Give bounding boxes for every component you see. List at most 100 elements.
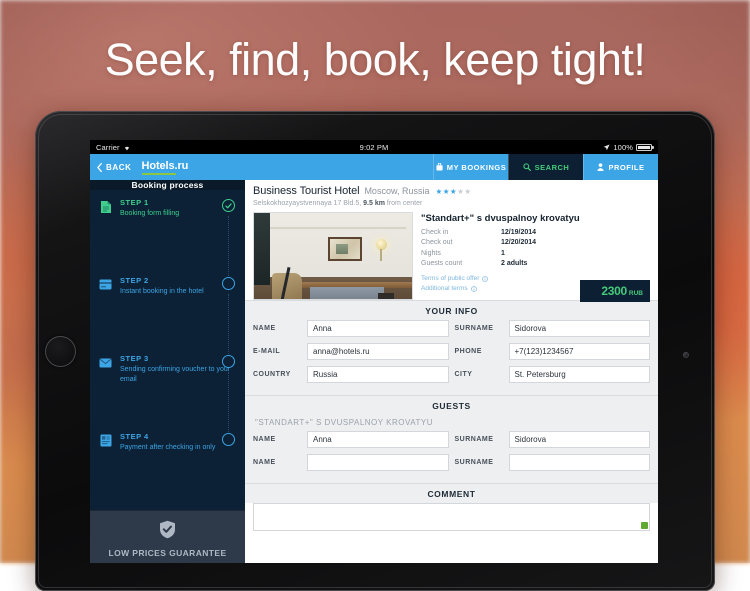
guest-surname-label: SURNAME — [454, 435, 494, 443]
guest-surname-label: SURNAME — [454, 458, 494, 466]
step-text: STEP 1 Booking form filling — [113, 198, 235, 219]
hotel-name: Business Tourist Hotel — [253, 185, 360, 197]
city-input[interactable]: St. Petersburg — [508, 365, 650, 383]
chevron-left-icon — [97, 162, 102, 172]
empty-circle-icon — [222, 433, 235, 446]
booking-content: Business Tourist Hotel Moscow, Russia ★★… — [245, 180, 658, 563]
your-info-heading: YOUR INFO — [245, 299, 658, 320]
guest-row-2: NAME SURNAME — [253, 453, 650, 471]
sidebar-step-1[interactable]: STEP 1 Booking form filling — [90, 198, 245, 276]
guest1-name-input[interactable]: Anna — [307, 430, 449, 448]
step-desc: Instant booking in the hotel — [120, 288, 204, 295]
booking-summary-card: "Standart+" s dvuspalnoy krovatyu Check … — [245, 210, 658, 302]
detail-value: 2 adults — [501, 260, 528, 267]
status-carrier: Carrier — [96, 143, 131, 152]
info-icon — [470, 285, 477, 292]
tab-label: MY BOOKINGS — [446, 162, 507, 172]
sidebar-header: Booking process — [90, 180, 245, 190]
step-desc: Payment after checking in only — [120, 444, 216, 451]
booking-details: "Standart+" s dvuspalnoy krovatyu Check … — [421, 212, 650, 302]
name-input[interactable]: Anna — [307, 319, 449, 337]
status-right: 100% — [603, 143, 654, 152]
form-row-location: COUNTRY Russia CITY St. Petersburg — [253, 365, 650, 383]
tab-search[interactable]: SEARCH — [508, 154, 583, 180]
tab-profile[interactable]: PROFILE — [583, 154, 658, 180]
magnifier-icon — [523, 163, 531, 171]
app-navbar: BACK Hotels.ru MY BOOKINGS SEARCH PROFIL… — [90, 154, 658, 180]
detail-key: Nights — [421, 249, 441, 257]
battery-icon — [636, 143, 654, 151]
status-time: 9:02 PM — [359, 142, 389, 152]
country-label: COUNTRY — [253, 370, 291, 378]
step-title: STEP 4 — [120, 432, 149, 441]
sidebar-step-4[interactable]: STEP 4 Payment after checking in only — [90, 432, 245, 510]
guest2-surname-input[interactable] — [508, 453, 650, 471]
sidebar-step-3[interactable]: STEP 3 Sending confirming voucher to you… — [90, 354, 245, 432]
step-title: STEP 2 — [120, 276, 149, 285]
comment-heading: COMMENT — [245, 482, 658, 503]
detail-key: Check in — [421, 228, 449, 236]
step-text: STEP 4 Payment after checking in only — [113, 432, 235, 453]
step-desc: Sending confirming voucher to your email — [120, 366, 231, 383]
country-input[interactable]: Russia — [307, 365, 449, 383]
distance-suffix: from center — [386, 199, 423, 207]
step-text: STEP 3 Sending confirming voucher to you… — [113, 354, 235, 384]
booking-process-sidebar: Booking process STEP 1 Booking form fill… — [90, 180, 245, 563]
phone-input[interactable]: +7(123)1234567 — [508, 342, 650, 360]
invoice-icon — [98, 433, 113, 448]
email-input[interactable]: anna@hotels.ru — [307, 342, 449, 360]
briefcase-icon — [436, 163, 443, 171]
step-list: STEP 1 Booking form filling STEP 2 Insta… — [90, 190, 245, 510]
step-status-marker — [222, 199, 235, 212]
surname-label: SURNAME — [454, 324, 494, 332]
sidebar-step-2[interactable]: STEP 2 Instant booking in the hotel — [90, 276, 245, 354]
hotel-address: Selskokhozyaystvennaya 17 Bld.5, 9.5 km … — [253, 200, 650, 207]
location-arrow-icon — [604, 143, 610, 150]
document-icon — [98, 199, 113, 214]
field-group-email: E-MAIL anna@hotels.ru — [253, 342, 449, 360]
step-status-marker — [222, 355, 235, 368]
status-bar: Carrier 9:02 PM 100% — [90, 140, 658, 154]
hotel-room-photo[interactable] — [253, 211, 413, 300]
field-group-guest1-surname: SURNAME Sidorova — [454, 430, 650, 448]
back-button[interactable]: BACK — [90, 154, 140, 180]
logo-text: Hotels.ru — [141, 159, 189, 172]
hotel-city: Moscow, Russia — [364, 186, 430, 196]
back-label: BACK — [106, 162, 132, 172]
total-price-badge: 2300 RUB — [580, 279, 650, 302]
guests-room-label: "STANDART+" S DVUSPALNOY KROVATYU — [255, 417, 433, 427]
guest2-name-input[interactable] — [307, 453, 449, 471]
guest1-surname-input[interactable]: Sidorova — [508, 430, 650, 448]
tab-my-bookings[interactable]: MY BOOKINGS — [433, 154, 508, 180]
price-currency: RUB — [628, 289, 643, 297]
field-group-city: CITY St. Petersburg — [455, 365, 650, 383]
shield-check-icon — [90, 520, 245, 544]
surname-input[interactable]: Sidorova — [508, 319, 650, 337]
home-button[interactable] — [45, 336, 76, 367]
hotel-header: Business Tourist Hotel Moscow, Russia ★★… — [245, 180, 658, 210]
form-row-contact: E-MAIL anna@hotels.ru PHONE +7(123)12345… — [253, 342, 650, 360]
empty-circle-icon — [222, 355, 235, 368]
phone-label: PHONE — [454, 347, 482, 355]
price-value: 2300 — [601, 283, 627, 298]
carrier-label: Carrier — [96, 142, 120, 152]
term-label: Additional terms — [421, 284, 468, 292]
detail-row-guests-count: Guests count 2 adults — [421, 259, 650, 270]
marketing-tagline: Seek, find, book, keep tight! — [104, 34, 646, 85]
field-group-guest2-surname: SURNAME — [454, 453, 650, 471]
field-group-phone: PHONE +7(123)1234567 — [454, 342, 650, 360]
card-icon — [98, 277, 113, 292]
field-group-guest1-name: NAME Anna — [253, 430, 449, 448]
guest-name-label: NAME — [253, 435, 276, 443]
comment-textarea[interactable] — [253, 502, 650, 531]
app-logo[interactable]: Hotels.ru — [140, 154, 189, 180]
email-label: E-MAIL — [253, 347, 281, 355]
detail-row-check-in: Check in 12/19/2014 — [421, 228, 650, 239]
guests-form: "STANDART+" S DVUSPALNOY KROVATYU NAME A… — [245, 414, 658, 483]
guest-name-label: NAME — [253, 458, 276, 466]
step-status-marker — [222, 277, 235, 290]
resize-grip-icon[interactable] — [641, 521, 648, 529]
guarantee-label: LOW PRICES GUARANTEE — [108, 548, 227, 558]
guests-heading: GUESTS — [245, 394, 658, 415]
detail-value: 12/20/2014 — [501, 239, 537, 246]
